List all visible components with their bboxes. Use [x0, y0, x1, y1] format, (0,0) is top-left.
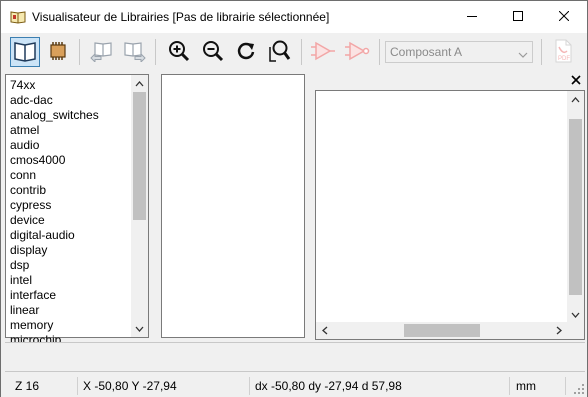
list-item[interactable]: analog_switches — [10, 108, 134, 123]
zoom-fit-button[interactable] — [264, 37, 294, 67]
list-item[interactable]: intel — [10, 273, 134, 288]
view-datasheet-button[interactable]: PDF — [548, 37, 578, 67]
status-divider — [249, 377, 250, 395]
list-item[interactable]: dsp — [10, 258, 134, 273]
status-cursor-position: X -50,80 Y -27,94 — [83, 379, 177, 393]
resize-grip-icon[interactable] — [573, 383, 585, 395]
next-part-button[interactable] — [119, 37, 149, 67]
status-units: mm — [516, 379, 536, 393]
toolbar-separator — [379, 39, 380, 65]
message-panel — [5, 342, 585, 372]
window-title: Visualisateur de Librairies [Pas de libr… — [32, 10, 330, 24]
scroll-corner — [567, 322, 584, 339]
list-item[interactable]: cypress — [10, 198, 134, 213]
scrollbar-thumb[interactable] — [404, 324, 480, 337]
close-icon — [558, 10, 570, 24]
scroll-right-arrow[interactable] — [550, 322, 567, 339]
chevron-down-icon — [518, 48, 528, 62]
pdf-icon: PDF — [552, 39, 574, 66]
symbol-view[interactable] — [315, 90, 585, 340]
toolbar-separator — [155, 39, 156, 65]
show-converted-body-button[interactable] — [342, 37, 372, 67]
redraw-icon — [235, 40, 257, 65]
scroll-up-arrow[interactable] — [131, 75, 148, 92]
zoom-fit-icon — [267, 39, 291, 66]
maximize-icon — [513, 10, 523, 24]
list-item[interactable]: linear — [10, 303, 134, 318]
select-component-button[interactable] — [43, 37, 73, 67]
component-list[interactable] — [161, 74, 305, 338]
toolbar-separator — [541, 39, 542, 65]
status-zoom: Z 16 — [15, 379, 40, 393]
list-item[interactable]: atmel — [10, 123, 134, 138]
zoom-out-button[interactable] — [198, 37, 228, 67]
select-library-button[interactable] — [10, 37, 40, 67]
open-book-icon — [13, 40, 37, 65]
status-bar: Z 16 X -50,80 Y -27,94 dx -50,80 dy -27,… — [1, 375, 587, 397]
view-vertical-scrollbar[interactable] — [567, 91, 584, 323]
pane-splitter[interactable] — [151, 72, 157, 340]
list-item[interactable]: cmos4000 — [10, 153, 134, 168]
list-item[interactable]: audio — [10, 138, 134, 153]
scrollbar-thumb[interactable] — [569, 119, 582, 295]
toolbar-separator — [301, 39, 302, 65]
list-item[interactable]: adc-dac — [10, 93, 134, 108]
status-divider — [77, 377, 78, 395]
maximize-button[interactable] — [495, 1, 541, 33]
unit-select[interactable]: Composant A — [385, 41, 533, 63]
toolbar-separator — [79, 39, 80, 65]
unit-select-value: Composant A — [390, 45, 463, 59]
minimize-icon — [467, 10, 477, 24]
toolbar: Composant A PDF — [1, 33, 587, 71]
close-icon — [569, 75, 583, 90]
minimize-button[interactable] — [449, 1, 495, 33]
list-item[interactable]: 74xx — [10, 78, 134, 93]
library-viewer-window: Visualisateur de Librairies [Pas de libr… — [0, 0, 588, 397]
zoom-in-icon — [168, 40, 190, 65]
book-left-arrow-icon — [89, 40, 115, 65]
svg-text:PDF: PDF — [558, 56, 570, 62]
scrollbar-thumb[interactable] — [133, 92, 146, 220]
book-right-arrow-icon — [121, 40, 147, 65]
list-item[interactable]: conn — [10, 168, 134, 183]
list-item[interactable]: memory — [10, 318, 134, 333]
close-window-button[interactable] — [541, 1, 587, 33]
zoom-out-icon — [202, 40, 224, 65]
scroll-up-arrow[interactable] — [567, 91, 584, 108]
list-item[interactable]: interface — [10, 288, 134, 303]
list-item[interactable]: digital-audio — [10, 228, 134, 243]
show-normal-body-button[interactable] — [308, 37, 338, 67]
close-view-button[interactable] — [569, 73, 583, 87]
title-bar[interactable]: Visualisateur de Librairies [Pas de libr… — [1, 1, 587, 33]
library-list-items: 74xx adc-dac analog_switches atmel audio cmos… — [10, 78, 134, 348]
list-item[interactable]: display — [10, 243, 134, 258]
status-divider — [509, 377, 510, 395]
list-item[interactable]: contrib — [10, 183, 134, 198]
previous-part-button[interactable] — [87, 37, 117, 67]
library-list[interactable]: 74xx adc-dac analog_switches atmel audio cmos… — [5, 74, 149, 347]
chip-icon — [47, 41, 69, 64]
library-list-scrollbar[interactable] — [131, 75, 148, 337]
zoom-in-button[interactable] — [164, 37, 194, 67]
view-horizontal-scrollbar[interactable] — [316, 322, 567, 339]
body-style-converted-icon — [344, 39, 370, 66]
scroll-down-arrow[interactable] — [567, 306, 584, 323]
redraw-button[interactable] — [231, 37, 261, 67]
scroll-left-arrow[interactable] — [316, 322, 333, 339]
scroll-down-arrow[interactable] — [131, 320, 148, 337]
status-relative-position: dx -50,80 dy -27,94 d 57,98 — [255, 379, 402, 393]
body-style-normal-icon — [310, 39, 336, 66]
list-item[interactable]: device — [10, 213, 134, 228]
status-divider — [565, 377, 566, 395]
library-viewer-icon — [10, 10, 26, 24]
